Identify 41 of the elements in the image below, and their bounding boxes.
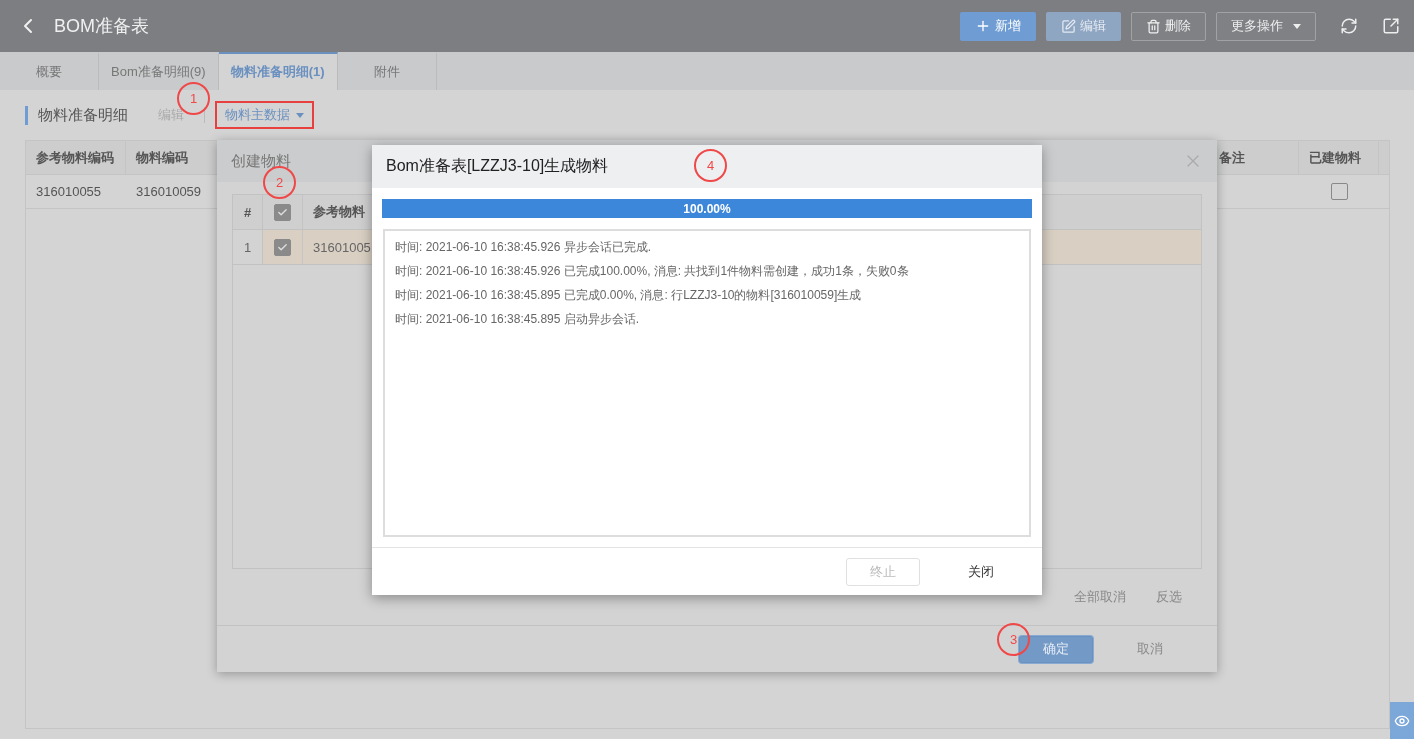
log-line: 时间: 2021-06-10 16:38:45.926 已完成100.00%, 消息: 共找到1件物料需创建，成功1条，失败0条 bbox=[395, 263, 910, 279]
dialog-title: Bom准备表[LZZJ3-10]生成物料 bbox=[386, 156, 609, 176]
section-title: 物料准备明细 bbox=[25, 105, 128, 125]
row-number: 1 bbox=[233, 230, 263, 265]
progress-reading: 100.00% bbox=[683, 201, 731, 216]
table-cell-text: 31601005 bbox=[312, 238, 372, 257]
check-icon bbox=[277, 206, 288, 218]
eye-button[interactable] bbox=[1390, 702, 1414, 739]
annotation-marker: 1 bbox=[177, 82, 210, 115]
trash-icon bbox=[1146, 18, 1161, 34]
checkbox[interactable] bbox=[1330, 183, 1348, 200]
column-header: # bbox=[233, 195, 263, 230]
table-cell-text: 316010055 bbox=[35, 183, 103, 201]
tab[interactable]: 物料准备明细(1) bbox=[218, 52, 338, 90]
column-header: 参考物料 bbox=[312, 203, 366, 222]
selection-link[interactable]: 全部取消 bbox=[1064, 584, 1136, 611]
dropdown-button[interactable]: 物料主数据 bbox=[215, 101, 314, 129]
check-icon bbox=[277, 241, 288, 253]
refresh-icon[interactable] bbox=[1340, 17, 1358, 35]
more-actions-button[interactable]: 更多操作 bbox=[1216, 11, 1316, 41]
table-cell-text: 316010059 bbox=[135, 183, 203, 201]
cancel-button[interactable]: 取消 bbox=[1113, 635, 1187, 663]
edit-icon bbox=[1061, 18, 1076, 34]
share-icon[interactable] bbox=[1382, 17, 1400, 35]
checkbox[interactable] bbox=[274, 238, 291, 256]
log-line: 时间: 2021-06-10 16:38:45.895 已完成0.00%, 消息: 行LZZJ3-10的物料[316010059]生成 bbox=[395, 287, 863, 303]
plus-icon bbox=[975, 18, 991, 34]
page-title: BOM准备表 bbox=[54, 15, 150, 38]
log-line: 时间: 2021-06-10 16:38:45.895 启动异步会话. bbox=[395, 311, 641, 327]
confirm-button[interactable]: 确定 bbox=[1019, 635, 1093, 663]
annotation-marker: 4 bbox=[694, 149, 727, 182]
caret-icon bbox=[1293, 23, 1301, 29]
column-header: 已建物料 bbox=[1299, 141, 1379, 174]
log-line: 时间: 2021-06-10 16:38:45.926 异步会话已完成. bbox=[395, 239, 653, 255]
annotation-marker: 3 bbox=[997, 623, 1030, 656]
caret-icon bbox=[296, 112, 304, 118]
add-button[interactable]: 新增 bbox=[960, 11, 1036, 41]
delete-button[interactable]: 删除 bbox=[1131, 11, 1206, 41]
column-header: 参考物料编码 bbox=[26, 141, 126, 174]
checkbox[interactable] bbox=[274, 203, 291, 221]
selection-link[interactable]: 反选 bbox=[1146, 584, 1192, 611]
